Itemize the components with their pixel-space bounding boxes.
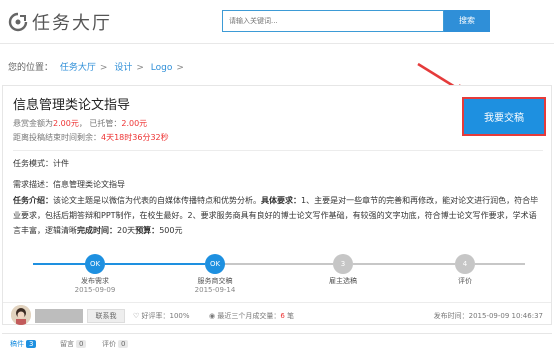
breadcrumb-separator: > — [176, 63, 184, 73]
task-requirement: 需求描述：信息管理类论文指导 — [13, 179, 125, 190]
deadline-value: 4天18时36分32秒 — [101, 133, 169, 142]
breadcrumb-separator: > — [136, 63, 144, 73]
task-reward: 悬赏金额为2.00元， 已托管：2.00元 — [13, 119, 148, 128]
mode-label: 任务模式： — [13, 159, 53, 168]
breadcrumb-prefix: 您的位置： — [8, 63, 54, 73]
tab-label: 留言 — [60, 340, 74, 348]
rating: ♡ 好评率：100% — [133, 311, 190, 321]
rating-label: 好评率： — [141, 312, 170, 320]
site-header: 任务大厅 搜索 — [0, 0, 554, 44]
location-icon: ◉ — [209, 312, 216, 320]
finish-time-label: 完成时间： — [77, 226, 117, 235]
step-line — [475, 263, 525, 265]
step-1-date: 2015-09-09 — [74, 286, 116, 294]
budget-label: 预算： — [135, 226, 160, 235]
task-title: 信息管理类论文指导 — [13, 98, 131, 113]
step-3-label: 雇主选稿 — [329, 277, 357, 285]
requirement-value: 信息管理类论文指导 — [53, 180, 125, 189]
step-line — [215, 263, 333, 265]
breadcrumb: 您的位置： 任务大厅 > 设计 > Logo > — [8, 60, 184, 73]
budget-value: 500元 — [159, 226, 183, 235]
tab-messages[interactable]: 留言 0 — [60, 339, 87, 349]
publish-label: 发布时间： — [433, 312, 469, 320]
deadline-label: 距离投稿结束时间剩余： — [13, 133, 101, 142]
escrow-label: 已托管： — [89, 119, 122, 128]
breadcrumb-item-design[interactable]: 设计 — [114, 63, 132, 73]
step-3-dot: 3 — [333, 254, 353, 274]
deals-label: 最近三个月成交量： — [217, 312, 281, 320]
contact-me-button[interactable]: 联系我 — [87, 309, 125, 323]
breadcrumb-separator: > — [99, 63, 108, 73]
intro-text: 该论文主题是以微信为代表的自媒体传播特点和优势分析。 — [53, 196, 261, 205]
publisher-info: 联系我 ♡ 好评率：100% ◉ 最近三个月成交量：6 笔 发布时间：2015-… — [3, 302, 551, 326]
intro-requirements-label: 具体要求： — [261, 196, 301, 205]
breadcrumb-item-logo[interactable]: Logo — [151, 63, 173, 73]
mode-value: 计件 — [53, 159, 69, 168]
step-2-date: 2015-09-14 — [194, 286, 236, 294]
reward-label: 悬赏金额为 — [13, 119, 53, 128]
tab-count: 0 — [118, 340, 129, 348]
finish-time-value: 20天 — [117, 226, 136, 235]
divider — [13, 150, 543, 151]
step-2-dot: OK — [205, 254, 225, 274]
publish-value: 2015-09-09 10:46:37 — [468, 312, 543, 320]
avatar-image — [11, 305, 31, 325]
progress-steps: OK 发布需求 2015-09-09 OK 服务商交稿 2015-09-14 3… — [3, 254, 551, 298]
step-line — [105, 263, 205, 265]
task-deadline: 距离投稿结束时间剩余：4天18时36分32秒 — [13, 132, 169, 143]
app-title: 任务大厅 — [32, 13, 112, 34]
task-description: 任务介绍：该论文主题是以微信为代表的自媒体传播特点和优势分析。具体要求：1、主要… — [13, 193, 543, 238]
step-4-dot: 4 — [455, 254, 475, 274]
step-4-label: 评价 — [458, 277, 472, 285]
avatar[interactable] — [11, 305, 31, 325]
tab-count: 0 — [76, 340, 87, 348]
step-2-label: 服务商交稿 — [197, 277, 233, 285]
tab-bar: 稿件 3 留言 0 评价 0 — [2, 333, 552, 353]
task-card: 信息管理类论文指导 悬赏金额为2.00元， 已托管：2.00元 距离投稿结束时间… — [2, 85, 552, 325]
intro-label: 任务介绍： — [13, 196, 53, 205]
search-button[interactable]: 搜索 — [444, 10, 490, 32]
step-line — [353, 263, 455, 265]
publish-time: 发布时间：2015-09-09 10:46:37 — [434, 311, 543, 321]
reward-value: 2.00元 — [53, 119, 79, 128]
tab-label: 评价 — [102, 340, 116, 348]
task-mode: 任务模式：计件 — [13, 158, 69, 169]
escrow-value: 2.00元 — [121, 119, 148, 128]
thumbs-up-icon: ♡ — [133, 312, 140, 320]
redacted-username — [35, 309, 83, 323]
step-1-dot: OK — [85, 254, 105, 274]
submit-manuscript-button[interactable]: 我要交稿 — [462, 97, 546, 136]
tab-reviews[interactable]: 评价 0 — [102, 339, 129, 349]
tab-count: 3 — [26, 340, 37, 348]
tab-manuscripts[interactable]: 稿件 3 — [10, 339, 37, 349]
search-input[interactable] — [222, 10, 444, 32]
requirement-label: 需求描述： — [13, 180, 53, 189]
breadcrumb-item-task-hall[interactable]: 任务大厅 — [60, 63, 96, 73]
rating-value: 100% — [169, 312, 190, 320]
deals-count: ◉ 最近三个月成交量：6 笔 — [209, 311, 294, 321]
deals-unit: 笔 — [287, 312, 295, 320]
logo-icon — [8, 12, 28, 32]
step-1-label: 发布需求 — [81, 277, 109, 285]
tab-label: 稿件 — [10, 340, 24, 348]
deals-value: 6 — [280, 312, 285, 320]
